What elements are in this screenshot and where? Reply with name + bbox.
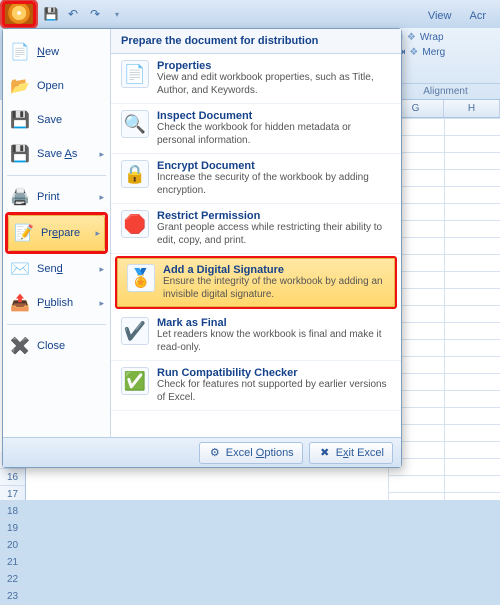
prepare-restrict[interactable]: 🛑 Restrict PermissionGrant people access… [111,204,401,254]
exit-icon: ✖ [318,446,332,460]
properties-icon: 📄 [121,60,149,88]
row-header[interactable]: 16 [0,469,25,486]
publish-icon: 📤 [9,292,31,314]
menu-send[interactable]: ✉️Send [5,252,108,286]
tab-acrobat[interactable]: Acr [468,6,489,28]
office-menu-left: 📄New 📂Open 💾Save 💾Save As 🖨️Print 📝Prepa… [3,29,111,437]
ribbon-group-label: Alignment [391,83,500,97]
row-header[interactable]: 23 [0,588,25,605]
ribbon-tabs: View Acr [426,0,500,28]
print-icon: 🖨️ [9,186,31,208]
save-icon: 💾 [9,109,31,131]
prepare-mark-final[interactable]: ✔️ Mark as FinalLet readers know the wor… [111,311,401,361]
menu-save[interactable]: 💾Save [5,103,108,137]
restrict-icon: 🛑 [121,210,149,238]
prepare-compat[interactable]: ✅ Run Compatibility CheckerCheck for fea… [111,361,401,411]
menu-prepare[interactable]: 📝Prepare [8,215,105,251]
exit-excel-button[interactable]: ✖ Exit Excel [309,442,393,464]
save-as-icon: 💾 [9,143,31,165]
redo-icon[interactable]: ↷ [86,5,104,23]
prepare-list: 📄 PropertiesView and edit workbook prope… [111,54,401,437]
prepare-header: Prepare the document for distribution [111,29,401,54]
new-icon: 📄 [9,41,31,63]
prepare-icon: 📝 [13,222,35,244]
row-header[interactable]: 19 [0,520,25,537]
save-icon[interactable]: 💾 [42,5,60,23]
compat-icon: ✅ [121,367,149,395]
col-header[interactable]: H [444,100,500,117]
tab-view[interactable]: View [426,6,454,28]
prepare-properties[interactable]: 📄 PropertiesView and edit workbook prope… [111,54,401,104]
menu-open[interactable]: 📂Open [5,69,108,103]
close-icon: ✖️ [9,335,31,357]
ribbon-alignment-group: ≡❖Wrap ⇥❖Merg Alignment [390,28,500,100]
row-header[interactable]: 18 [0,503,25,520]
menu-publish[interactable]: 📤Publish [5,286,108,320]
menu-close[interactable]: ✖️Close [5,329,108,363]
row-header[interactable]: 20 [0,537,25,554]
office-menu: 📄New 📂Open 💾Save 💾Save As 🖨️Print 📝Prepa… [2,28,402,468]
menu-save-as[interactable]: 💾Save As [5,137,108,171]
excel-options-button[interactable]: ⚙ Excel Options [199,442,303,464]
prepare-signature[interactable]: 🏅 Add a Digital SignatureEnsure the inte… [115,256,397,309]
menu-print[interactable]: 🖨️Print [5,180,108,214]
prepare-inspect[interactable]: 🔍 Inspect DocumentCheck the workbook for… [111,104,401,154]
qat-customize-icon[interactable]: ▾ [108,5,126,23]
office-button[interactable] [2,1,36,27]
lock-icon: 🔒 [121,160,149,188]
office-menu-footer: ⚙ Excel Options ✖ Exit Excel [3,437,401,467]
menu-new[interactable]: 📄New [5,35,108,69]
row-header[interactable]: 21 [0,554,25,571]
wrap-text-button[interactable]: Wrap [420,32,444,43]
prepare-encrypt[interactable]: 🔒 Encrypt DocumentIncrease the security … [111,154,401,204]
signature-icon: 🏅 [127,264,155,292]
options-icon: ⚙ [208,446,222,460]
merge-button[interactable]: Merg [422,47,445,58]
send-icon: ✉️ [9,258,31,280]
undo-icon[interactable]: ↶ [64,5,82,23]
office-menu-right: Prepare the document for distribution 📄 … [111,29,401,437]
open-icon: 📂 [9,75,31,97]
final-icon: ✔️ [121,317,149,345]
column-headers[interactable]: G H [388,100,500,118]
row-header[interactable]: 17 [0,486,25,503]
grid-cells[interactable] [388,118,500,500]
row-header[interactable]: 22 [0,571,25,588]
inspect-icon: 🔍 [121,110,149,138]
